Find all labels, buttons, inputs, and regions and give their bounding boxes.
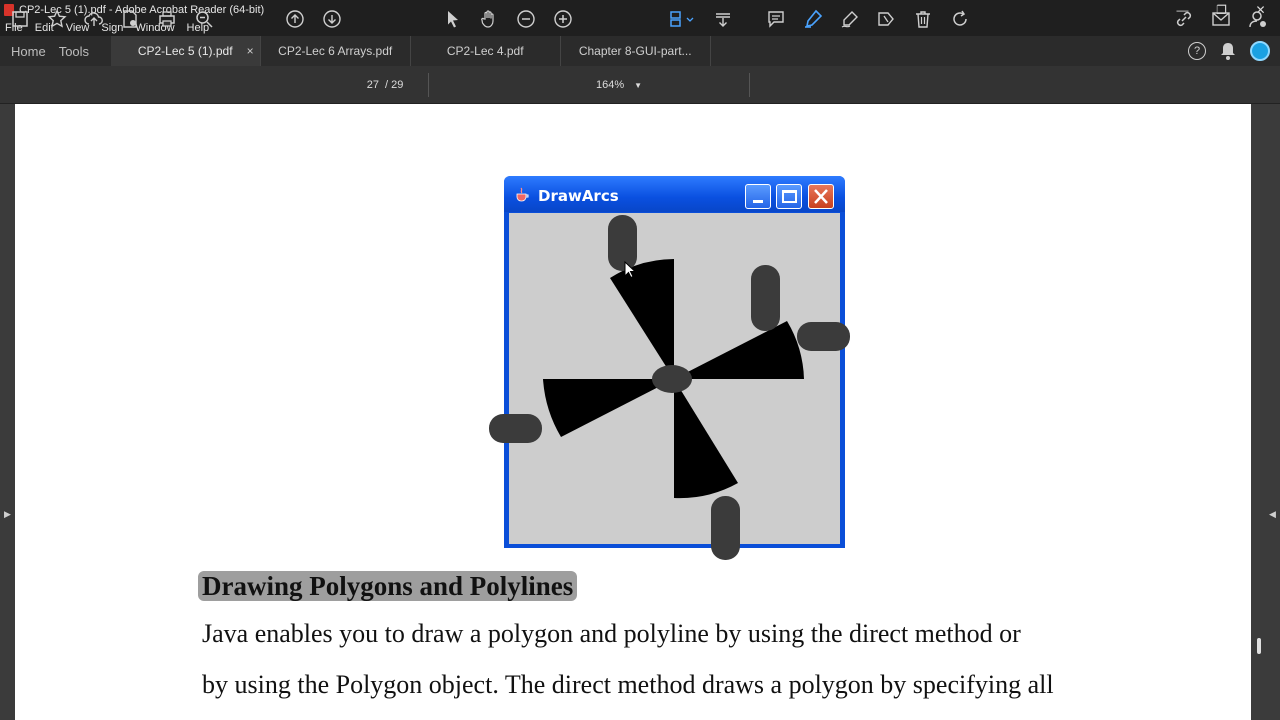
chevron-down-icon: ▼ (634, 80, 642, 90)
tab-label: CP2-Lec 5 (1).pdf (137, 44, 233, 58)
edit-text-icon[interactable] (876, 9, 896, 29)
right-panel-toggle-icon[interactable]: ◀ (1269, 509, 1276, 520)
java-minimize-icon (745, 184, 771, 209)
share-user-icon[interactable] (1248, 9, 1268, 29)
tab-cp2-lec5[interactable]: CP2-Lec 5 (1).pdf × (110, 36, 261, 66)
toolbar-divider (749, 73, 750, 97)
tab-bar: Home Tools CP2-Lec 5 (1).pdf × CP2-Lec 6… (0, 36, 1280, 66)
hand-tool-icon[interactable] (479, 9, 499, 29)
tab-label: Chapter 8-GUI-part... (578, 44, 692, 58)
document-search-icon[interactable] (120, 9, 140, 29)
bell-icon[interactable] (1220, 42, 1236, 60)
title-bar: CP2-Lec 5 (1).pdf - Adobe Acrobat Reader… (0, 0, 1280, 19)
page-total: / 29 (385, 79, 404, 91)
menu-bar: File Edit View Sign Window Help (0, 19, 1280, 36)
tab-cp2-lec6[interactable]: CP2-Lec 6 Arrays.pdf (261, 36, 411, 66)
comment-icon[interactable] (766, 9, 786, 29)
java-maximize-icon (776, 184, 802, 209)
header-right-icons: ? (1188, 36, 1270, 66)
scrollbar-thumb[interactable] (1257, 638, 1261, 654)
avatar[interactable] (1250, 41, 1270, 61)
tab-label: CP2-Lec 6 Arrays.pdf (278, 44, 393, 58)
java-canvas (509, 213, 840, 544)
java-cup-icon (516, 187, 529, 202)
scroll-mode-icon[interactable] (713, 9, 733, 29)
link-icon[interactable] (1174, 9, 1194, 29)
java-window-title: DrawArcs (538, 187, 619, 205)
paragraph-line: by using the Polygon object. The direct … (202, 670, 1054, 699)
nav-home[interactable]: Home (0, 36, 57, 66)
java-title-bar: DrawArcs (504, 176, 845, 212)
help-icon[interactable]: ? (1188, 42, 1206, 60)
save-icon[interactable] (10, 9, 30, 29)
paragraph-line: Java enables you to draw a polygon and p… (202, 619, 1021, 648)
tab-chapter8[interactable]: Chapter 8-GUI-part... (561, 36, 711, 66)
select-cursor-icon[interactable] (443, 9, 463, 29)
zoom-search-icon[interactable] (194, 9, 214, 29)
tab-label: CP2-Lec 4.pdf (446, 44, 524, 58)
page-navigator: 27 / 29 (355, 76, 404, 94)
highlight-pen-icon[interactable] (803, 9, 823, 29)
page-up-icon[interactable] (285, 9, 305, 29)
zoom-value: 164% (596, 79, 625, 91)
draw-icon[interactable] (840, 9, 860, 29)
mail-icon[interactable] (1211, 9, 1231, 29)
fit-page-icon[interactable] (668, 9, 696, 29)
java-window-figure: DrawArcs (504, 176, 845, 548)
tab-close-icon[interactable]: × (247, 44, 254, 58)
cloud-upload-icon[interactable] (84, 9, 104, 29)
nav-tools[interactable]: Tools (57, 36, 111, 66)
delete-icon[interactable] (913, 9, 933, 29)
left-panel-toggle-icon[interactable]: ▶ (4, 509, 11, 520)
zoom-out-icon[interactable] (516, 9, 536, 29)
section-heading: Drawing Polygons and Polylines (198, 571, 578, 601)
page-number-input[interactable]: 27 (355, 79, 385, 91)
tab-cp2-lec4[interactable]: CP2-Lec 4.pdf (411, 36, 561, 66)
zoom-in-icon[interactable] (553, 9, 573, 29)
page-down-icon[interactable] (322, 9, 342, 29)
star-icon[interactable] (47, 9, 67, 29)
rotate-icon[interactable] (950, 9, 970, 29)
zoom-select[interactable]: 164% ▼ (590, 76, 648, 94)
print-icon[interactable] (157, 9, 177, 29)
java-close-icon (808, 184, 834, 209)
toolbar-divider (428, 73, 429, 97)
